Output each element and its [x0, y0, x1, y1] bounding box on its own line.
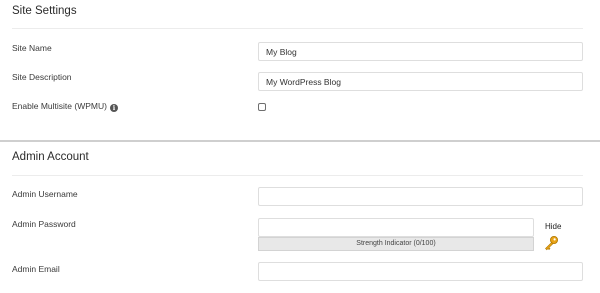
key-icon[interactable]	[543, 235, 559, 251]
info-icon[interactable]: i	[109, 104, 118, 112]
site-name-input[interactable]	[258, 42, 583, 61]
multisite-checkbox[interactable]	[258, 103, 266, 111]
site-settings-title: Site Settings	[12, 5, 77, 17]
site-name-label: Site Name	[12, 43, 52, 53]
hide-password-button[interactable]: Hide	[545, 222, 561, 231]
section-separator	[0, 140, 600, 142]
admin-email-label: Admin Email	[12, 264, 60, 274]
admin-password-input[interactable]	[258, 218, 534, 237]
site-settings-divider	[12, 28, 583, 29]
admin-username-label: Admin Username	[12, 189, 78, 199]
admin-password-label: Admin Password	[12, 219, 76, 229]
admin-email-input[interactable]	[258, 262, 583, 281]
admin-account-title: Admin Account	[12, 151, 89, 163]
admin-account-divider	[12, 175, 583, 176]
site-description-label: Site Description	[12, 72, 72, 82]
site-description-input[interactable]	[258, 72, 583, 91]
password-strength-indicator: Strength Indicator (0/100)	[258, 237, 534, 251]
admin-username-input[interactable]	[258, 187, 583, 206]
multisite-label: Enable Multisite (WPMU)	[12, 101, 107, 111]
multisite-label-row: Enable Multisite (WPMU) i	[12, 101, 118, 112]
